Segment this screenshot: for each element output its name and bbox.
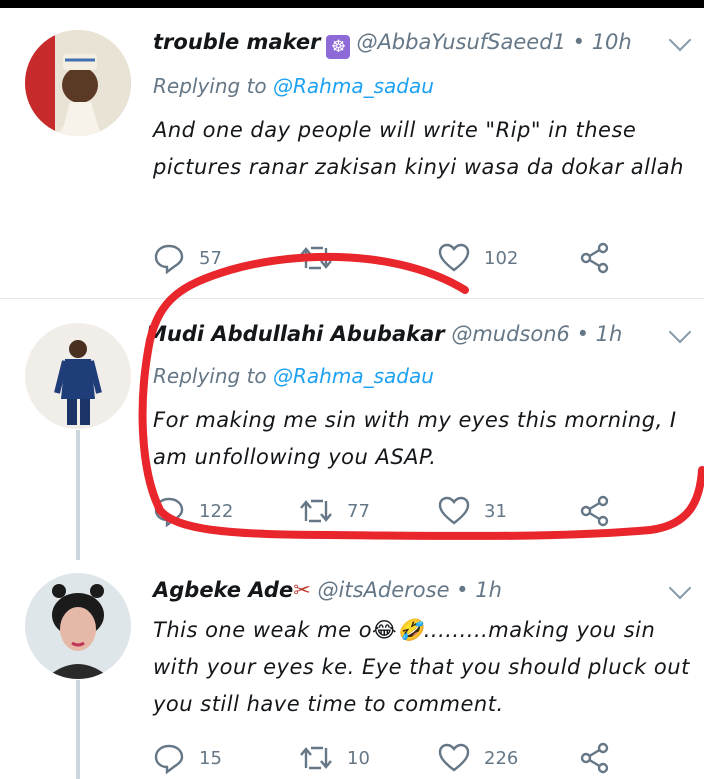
tweet-actions: 122 77 31 — [153, 494, 633, 528]
like-count: 226 — [484, 747, 519, 769]
avatar-image — [25, 323, 131, 429]
replying-handle[interactable]: @Rahma_sadau — [273, 364, 434, 388]
avatar[interactable] — [25, 323, 131, 429]
share-button[interactable] — [579, 494, 625, 528]
author-name[interactable]: Agbeke Ade — [153, 578, 293, 602]
avatar-image — [25, 573, 131, 679]
top-bar — [0, 0, 704, 8]
retweet-icon — [300, 246, 332, 270]
like-count: 102 — [484, 247, 519, 269]
retweet-count: 77 — [347, 500, 370, 522]
like-button[interactable]: 102 — [438, 241, 518, 275]
share-button[interactable] — [579, 741, 625, 775]
reply-count: 122 — [199, 500, 234, 522]
chevron-down-icon[interactable] — [668, 576, 692, 600]
tweet-header: trouble maker ☸ @AbbaYusufSaeed1 • 10h — [153, 30, 632, 59]
reply-icon — [154, 744, 184, 774]
replying-to: Replying to @Rahma_sadau — [153, 364, 434, 388]
author-name[interactable]: Mudi Abdullahi Abubakar — [146, 322, 445, 346]
separator: • — [572, 30, 585, 54]
thread-line — [76, 680, 80, 779]
reply-count: 57 — [199, 247, 222, 269]
tweet-text: And one day people will write "Rip" in t… — [153, 118, 684, 179]
share-icon — [580, 495, 609, 527]
retweet-icon — [300, 499, 332, 523]
heart-icon — [438, 243, 470, 272]
tweet-time[interactable]: 1h — [596, 322, 623, 346]
tweet-text: For making me sin with my eyes this morn… — [153, 408, 677, 469]
author-handle[interactable]: @AbbaYusufSaeed1 — [356, 30, 565, 54]
chevron-down-icon[interactable] — [668, 320, 692, 344]
avatar-image — [25, 30, 131, 136]
retweet-icon — [300, 746, 332, 770]
author-handle[interactable]: @itsAderose — [318, 578, 450, 602]
replying-prefix: Replying to — [153, 74, 267, 98]
divider — [0, 298, 704, 299]
tweet-actions: 57 102 — [153, 241, 633, 275]
like-button[interactable]: 226 — [438, 741, 518, 775]
reply-icon — [154, 497, 184, 527]
reply-count: 15 — [199, 747, 222, 769]
retweet-button[interactable] — [299, 241, 347, 275]
heart-icon — [438, 496, 470, 525]
share-icon — [580, 742, 609, 774]
reply-icon — [154, 244, 184, 274]
separator: • — [576, 322, 589, 346]
tweet-header: Mudi Abdullahi Abubakar @mudson6 • 1h — [146, 322, 622, 346]
like-count: 31 — [484, 500, 507, 522]
reply-button[interactable]: 57 — [153, 241, 222, 275]
tweet-time[interactable]: 10h — [592, 30, 632, 54]
share-button[interactable] — [579, 241, 625, 275]
chevron-down-icon[interactable] — [668, 28, 692, 52]
reply-button[interactable]: 15 — [153, 741, 222, 775]
tweet-text: This one weak me o😂🤣.........making you … — [153, 618, 690, 716]
author-name[interactable]: trouble maker — [153, 30, 320, 54]
replying-prefix: Replying to — [153, 364, 267, 388]
retweet-button[interactable]: 10 — [299, 741, 370, 775]
like-button[interactable]: 31 — [438, 494, 507, 528]
tweet-header: Agbeke Ade✂ @itsAderose • 1h — [153, 578, 502, 602]
retweet-button[interactable]: 77 — [299, 494, 370, 528]
avatar[interactable] — [25, 573, 131, 679]
tweet-actions: 15 10 226 — [153, 741, 633, 775]
ship-wheel-icon: ☸ — [326, 35, 351, 59]
separator: • — [456, 578, 469, 602]
author-handle[interactable]: @mudson6 — [451, 322, 570, 346]
replying-to: Replying to @Rahma_sadau — [153, 74, 434, 98]
heart-icon — [438, 743, 470, 772]
retweet-count: 10 — [347, 747, 370, 769]
share-icon — [580, 242, 609, 274]
replying-handle[interactable]: @Rahma_sadau — [273, 74, 434, 98]
reply-button[interactable]: 122 — [153, 494, 233, 528]
avatar[interactable] — [25, 30, 131, 136]
thread-line — [76, 430, 80, 560]
tweet-time[interactable]: 1h — [475, 578, 502, 602]
scissors-icon: ✂ — [293, 578, 311, 602]
